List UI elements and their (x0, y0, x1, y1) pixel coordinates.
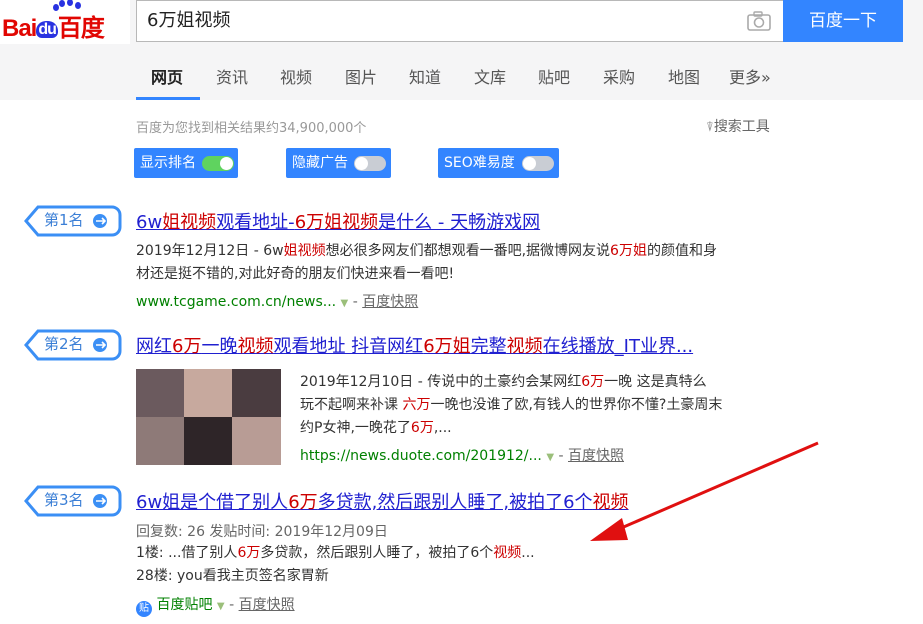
red-arrow-annotation (590, 441, 819, 541)
baidu-search-page: Bai du百度 6万姐视频 百度一下 网页 资讯 视频 图片 知道 文库 贴吧 … (0, 0, 923, 624)
